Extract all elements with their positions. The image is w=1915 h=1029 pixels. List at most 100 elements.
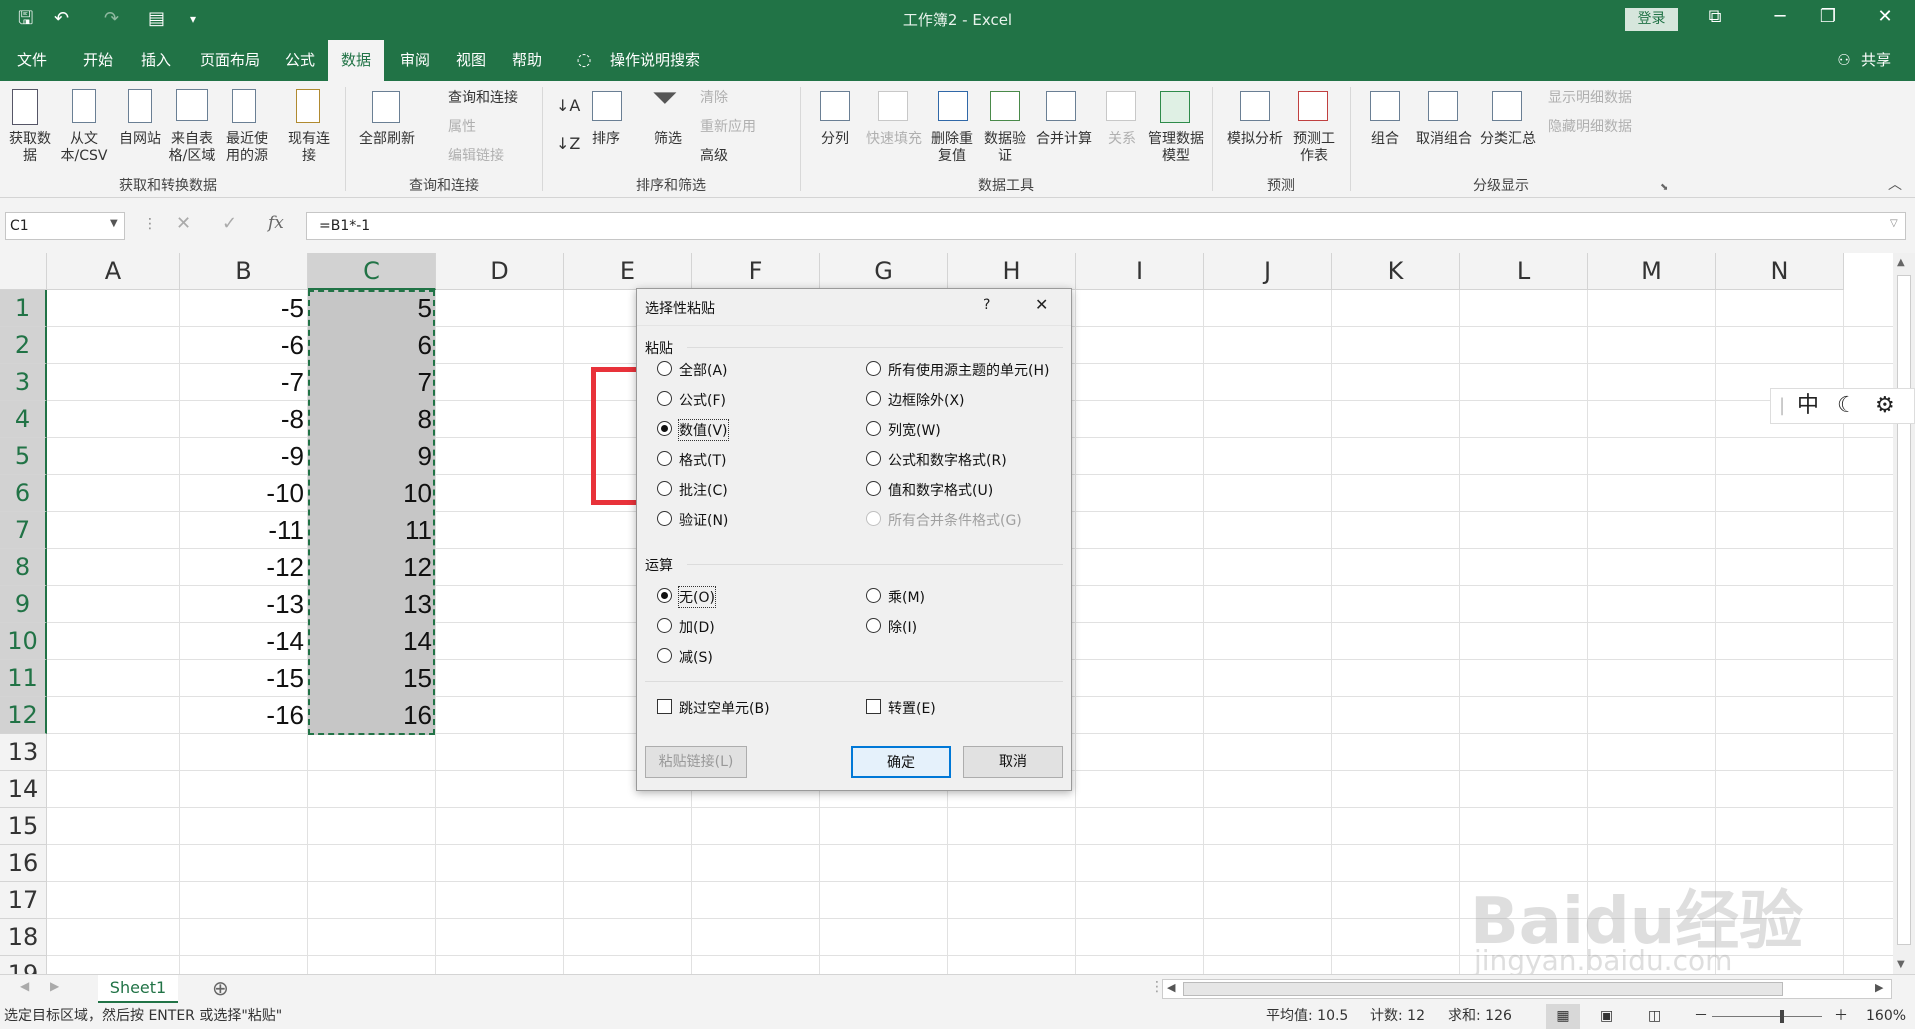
cell-b6[interactable]: -10 [180, 475, 308, 512]
tab-file[interactable]: 文件 [0, 40, 64, 81]
tab-review[interactable]: 审阅 [390, 40, 440, 81]
op-add-radio[interactable] [657, 618, 672, 633]
column-header-k[interactable]: K [1332, 253, 1460, 290]
cell-c10[interactable]: 14 [308, 623, 436, 660]
manage-data-model-button[interactable]: 管理数据模型 [1148, 131, 1204, 165]
show-detail-button[interactable]: 显示明细数据 [1548, 90, 1632, 107]
zoom-slider[interactable] [1712, 1016, 1822, 1017]
relationships-button[interactable]: 关系 [1102, 131, 1142, 148]
op-subtract-radio[interactable] [657, 648, 672, 663]
queries-connections-button[interactable]: 查询和连接 [448, 90, 518, 107]
login-button[interactable]: 登录 [1625, 8, 1678, 31]
vertical-scrollbar[interactable]: ▲ ▼ [1893, 253, 1915, 974]
tell-me-search[interactable]: 操作说明搜索 [600, 40, 710, 81]
tab-formulas[interactable]: 公式 [276, 40, 324, 81]
tab-home[interactable]: 开始 [68, 40, 128, 81]
insert-function-icon[interactable]: fx [268, 213, 284, 233]
cell-c8[interactable]: 12 [308, 549, 436, 586]
cell-b9[interactable]: -13 [180, 586, 308, 623]
h-scroll-thumb[interactable] [1183, 982, 1783, 996]
row-header-2[interactable]: 2 [0, 327, 47, 364]
scroll-right-icon[interactable]: ▶ [1875, 981, 1883, 994]
properties-button[interactable]: 属性 [448, 119, 476, 136]
cell-b11[interactable]: -15 [180, 660, 308, 697]
row-header-15[interactable]: 15 [0, 808, 47, 845]
paste-formulas-number-formats-radio[interactable] [866, 451, 881, 466]
scroll-up-icon[interactable]: ▲ [1897, 257, 1905, 268]
page-layout-view-icon[interactable]: ▣ [1600, 1004, 1613, 1029]
column-header-h[interactable]: H [948, 253, 1076, 290]
transpose-checkbox[interactable] [866, 699, 881, 714]
paste-no-borders-radio[interactable] [866, 391, 881, 406]
group-button[interactable]: 组合 [1364, 131, 1406, 148]
next-sheet-icon[interactable]: ▶ [50, 979, 59, 993]
zoom-level[interactable]: 160% [1866, 1004, 1906, 1029]
zoom-out-icon[interactable]: － [1694, 1004, 1708, 1029]
subtotal-button[interactable]: 分类汇总 [1476, 131, 1540, 148]
flash-fill-button[interactable]: 快速填充 [862, 131, 926, 148]
name-box-dropdown-icon[interactable]: ▼ [110, 218, 118, 229]
row-header-19[interactable]: 19 [0, 956, 47, 974]
cell-c4[interactable]: 8 [308, 401, 436, 438]
cell-b2[interactable]: -6 [180, 327, 308, 364]
tab-view[interactable]: 视图 [446, 40, 496, 81]
column-header-a[interactable]: A [47, 253, 180, 290]
restore-icon[interactable]: ❐ [1813, 6, 1843, 27]
column-header-b[interactable]: B [180, 253, 308, 290]
data-validation-button[interactable]: 数据验证 [982, 131, 1028, 165]
gear-icon[interactable]: ⚙ [1875, 389, 1895, 423]
cell-b8[interactable]: -12 [180, 549, 308, 586]
cell-c3[interactable]: 7 [308, 364, 436, 401]
row-header-16[interactable]: 16 [0, 845, 47, 882]
recent-sources-button[interactable]: 最近使用的源 [220, 131, 274, 165]
name-box[interactable]: C1 [5, 212, 125, 240]
page-break-view-icon[interactable]: ◫ [1648, 1004, 1661, 1029]
row-header-12[interactable]: 12 [0, 697, 47, 734]
sort-desc-icon[interactable]: ↓Z [556, 135, 580, 152]
zoom-slider-thumb[interactable] [1780, 1010, 1784, 1023]
minimize-icon[interactable]: ─ [1765, 6, 1795, 27]
column-header-j[interactable]: J [1204, 253, 1332, 290]
column-header-e[interactable]: E [564, 253, 692, 290]
row-header-9[interactable]: 9 [0, 586, 47, 623]
scroll-down-icon[interactable]: ▼ [1897, 959, 1905, 970]
reapply-button[interactable]: 重新应用 [700, 119, 756, 136]
ime-drag-handle[interactable]: | [1779, 389, 1785, 423]
row-header-8[interactable]: 8 [0, 549, 47, 586]
cell-c2[interactable]: 6 [308, 327, 436, 364]
column-header-m[interactable]: M [1588, 253, 1716, 290]
row-header-1[interactable]: 1 [0, 290, 47, 327]
column-header-c[interactable]: C [308, 253, 436, 290]
help-button[interactable]: ? [983, 297, 990, 313]
row-header-3[interactable]: 3 [0, 364, 47, 401]
text-to-columns-button[interactable]: 分列 [814, 131, 856, 148]
cancel-button[interactable]: 取消 [963, 746, 1063, 778]
column-header-l[interactable]: L [1460, 253, 1588, 290]
row-header-4[interactable]: 4 [0, 401, 47, 438]
column-header-d[interactable]: D [436, 253, 564, 290]
clear-filter-button[interactable]: 清除 [700, 90, 728, 107]
tab-page-layout[interactable]: 页面布局 [190, 40, 270, 81]
paste-source-theme-radio[interactable] [866, 361, 881, 376]
paste-formats-radio[interactable] [657, 451, 672, 466]
paste-column-widths-radio[interactable] [866, 421, 881, 436]
expand-formula-icon[interactable]: ▽ [1890, 218, 1898, 229]
share-button[interactable]: 共享 [1856, 40, 1896, 81]
cell-b5[interactable]: -9 [180, 438, 308, 475]
cell-c7[interactable]: 11 [308, 512, 436, 549]
refresh-all-button[interactable]: 全部刷新 [352, 131, 422, 148]
from-web-button[interactable]: 自网站 [118, 131, 162, 148]
row-header-11[interactable]: 11 [0, 660, 47, 697]
row-header-5[interactable]: 5 [0, 438, 47, 475]
column-header-n[interactable]: N [1716, 253, 1844, 290]
ribbon-display-icon[interactable]: ⧉ [1700, 6, 1730, 27]
paste-all-radio[interactable] [657, 361, 672, 376]
confirm-entry-icon[interactable]: ✓ [222, 213, 237, 234]
get-data-button[interactable]: 获取数据 [4, 131, 56, 165]
cell-c1[interactable]: 5 [308, 290, 436, 327]
row-header-17[interactable]: 17 [0, 882, 47, 919]
paste-merge-conditional-radio[interactable] [866, 511, 881, 526]
tab-help[interactable]: 帮助 [502, 40, 552, 81]
edit-links-button[interactable]: 编辑链接 [448, 148, 504, 165]
cell-b1[interactable]: -5 [180, 290, 308, 327]
